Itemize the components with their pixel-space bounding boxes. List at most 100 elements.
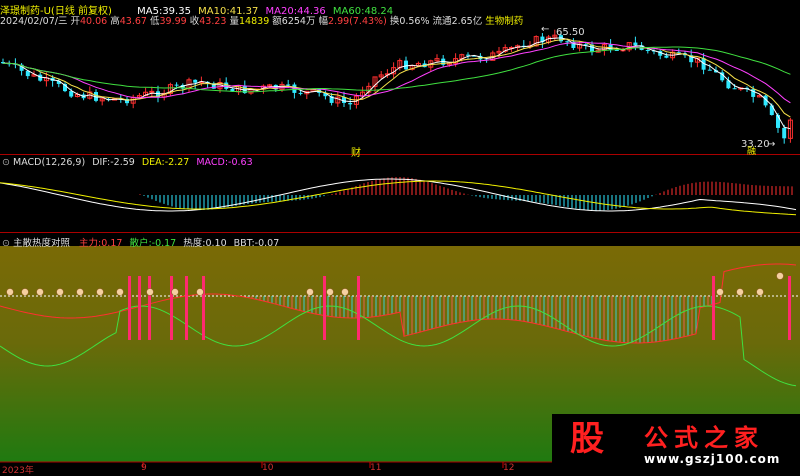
hand-marker-icon: [756, 288, 764, 296]
candle-body: [664, 55, 669, 58]
high-price-marker: 65.50: [556, 27, 585, 38]
change-value: 2.99(7.43%): [328, 16, 387, 27]
hand-marker-icon: [776, 272, 784, 280]
retail-label: 散户:: [129, 238, 152, 249]
panel-toggle-icon[interactable]: ⊙: [2, 238, 10, 249]
hand-marker-icon: [76, 288, 84, 296]
main-force-label: 主力:: [79, 238, 102, 249]
candle-body: [404, 60, 408, 70]
x-axis-label: 10: [262, 463, 274, 473]
signal-bar: [712, 276, 715, 340]
x-axis-label: 2023年: [2, 466, 34, 476]
candle-body: [633, 42, 638, 46]
change-label: 幅: [318, 16, 329, 27]
volume-value: 14839: [239, 16, 270, 27]
heat-value: 0.10: [205, 238, 227, 249]
candle-body: [645, 50, 650, 52]
signal-bar: [323, 276, 326, 340]
indicator-legend: ⊙ 主散热度对照 主力:0.17 散户:-0.17 热度:0.10 BBT:-0…: [2, 235, 279, 249]
candle-body: [782, 127, 787, 139]
macd-label: MACD:: [196, 157, 229, 168]
bbt-label: BBT:: [233, 238, 255, 249]
watermark-brand: 公式之家: [644, 424, 764, 452]
event-marker-margin[interactable]: 融: [747, 144, 756, 157]
volume-label: 量: [229, 16, 240, 27]
hand-marker-icon: [146, 288, 154, 296]
event-marker-finance[interactable]: 财: [351, 144, 361, 159]
float-label: 流通: [432, 16, 452, 27]
main-force-value: 0.17: [101, 238, 123, 249]
dea-line: [0, 180, 797, 216]
retail-value: -0.17: [151, 238, 177, 249]
signal-bar: [788, 276, 791, 340]
heat-label: 热度:: [183, 238, 206, 249]
hand-marker-icon: [196, 288, 204, 296]
open-value: 40.06: [80, 16, 108, 27]
close-label: 收: [189, 16, 200, 27]
quote-detail: 2024/02/07/三 开40.06 高43.67 低39.99 收43.23…: [0, 13, 523, 27]
signal-bar: [138, 276, 141, 340]
turnover-label: 换: [389, 16, 400, 27]
panel-toggle-icon[interactable]: ⊙: [2, 157, 10, 168]
signal-bar: [202, 276, 205, 340]
watermark: 股 公式之家 www.gszj100.com: [552, 414, 800, 474]
candle-body: [286, 84, 291, 86]
candle-body: [224, 82, 229, 89]
close-value: 43.23: [199, 16, 227, 27]
candle-body: [298, 92, 303, 94]
candle-body: [149, 90, 155, 93]
high-value: 43.67: [119, 16, 147, 27]
candle-body: [565, 41, 570, 43]
signal-bar: [185, 276, 188, 340]
candle-body: [193, 79, 198, 83]
hand-marker-icon: [736, 288, 744, 296]
signal-bar: [170, 276, 173, 340]
amount-label: 额: [272, 16, 282, 27]
candle-body: [69, 91, 74, 97]
dif-label: DIF:: [92, 157, 111, 168]
signal-bar: [357, 276, 360, 340]
hand-marker-icon: [96, 288, 104, 296]
signal-bar: [128, 276, 131, 340]
candle-body: [707, 69, 712, 71]
hand-marker-icon: [326, 288, 334, 296]
dea-value: -2.27: [164, 157, 190, 168]
hand-marker-icon: [341, 288, 349, 296]
candle-body: [348, 102, 353, 105]
hand-marker-icon: [171, 288, 179, 296]
low-arrow-icon: →: [767, 139, 776, 150]
hand-marker-icon: [306, 288, 314, 296]
float-value: 2.65亿: [451, 16, 483, 27]
amount-value: 6254万: [281, 16, 316, 27]
hand-marker-icon: [6, 288, 14, 296]
high-label: 高: [110, 16, 120, 27]
low-label: 低: [150, 16, 160, 27]
low-value: 39.99: [159, 16, 187, 27]
hand-marker-icon: [56, 288, 64, 296]
x-axis-label: 9: [141, 463, 147, 473]
signal-bar: [148, 276, 151, 340]
dea-label: DEA:: [141, 157, 165, 168]
x-axis-label: 12: [503, 463, 515, 473]
watermark-logo: 股: [570, 419, 604, 459]
candle-body: [174, 84, 179, 86]
macd-title: MACD(12,26,9): [13, 157, 86, 168]
hand-marker-icon: [716, 288, 724, 296]
macd-legend: ⊙ MACD(12,26,9) DIF:-2.59 DEA:-2.27 MACD…: [2, 157, 253, 168]
macd-panel: [0, 177, 797, 216]
open-label: 开: [70, 16, 81, 27]
candle-body: [466, 54, 470, 56]
indicator-title: 主散热度对照: [13, 238, 71, 249]
x-axis-label: 11: [370, 463, 382, 473]
dif-value: -2.59: [110, 157, 135, 168]
dif-line: [0, 178, 797, 212]
quote-date: 2024/02/07/三: [0, 16, 68, 27]
high-arrow-icon: ←: [541, 24, 550, 35]
turnover-value: 0.56%: [399, 16, 430, 27]
macd-value: -0.63: [228, 157, 253, 168]
hand-marker-icon: [116, 288, 124, 296]
bbt-value: -0.07: [254, 238, 280, 249]
watermark-url: www.gszj100.com: [644, 452, 781, 466]
hand-marker-icon: [36, 288, 44, 296]
candle-body: [732, 88, 737, 90]
